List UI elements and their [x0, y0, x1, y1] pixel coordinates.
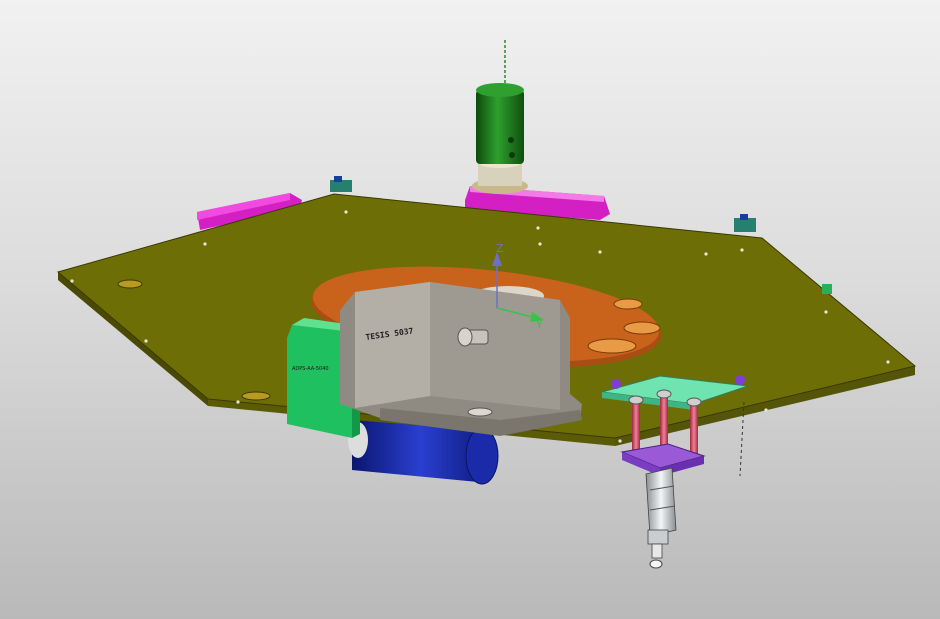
mount-bolt: [611, 379, 621, 389]
cad-assembly-scene[interactable]: ADPS-AA-5040 TESIS 5037 Z Y: [0, 0, 940, 619]
gearbox-face-right: [430, 282, 560, 410]
plate-hole: [241, 391, 271, 401]
motor-screw: [508, 137, 514, 143]
motor-screw: [509, 152, 515, 158]
plate-hole: [117, 279, 143, 289]
clip-left[interactable]: [330, 176, 352, 192]
clip-right[interactable]: [734, 214, 756, 232]
z-axis-label: Z: [496, 242, 504, 255]
green-motor[interactable]: [472, 40, 528, 194]
pneumatic-cylinder[interactable]: [645, 467, 677, 569]
clip-far-right[interactable]: [822, 284, 832, 294]
gearbox-housing[interactable]: TESIS 5037: [340, 282, 582, 436]
gearbox-bore: [467, 407, 493, 417]
mount-bolt: [735, 375, 745, 385]
disc-slot: [587, 338, 637, 354]
y-axis-label: Y: [535, 318, 543, 331]
drive-box-label: ADPS-AA-5040: [292, 366, 329, 372]
motor-body: [476, 90, 524, 164]
disc-slot: [613, 298, 643, 310]
cad-3d-viewport[interactable]: ADPS-AA-5040 TESIS 5037 Z Y: [0, 0, 940, 619]
disc-slot: [623, 321, 661, 335]
gearbox-face-left: [355, 282, 430, 408]
